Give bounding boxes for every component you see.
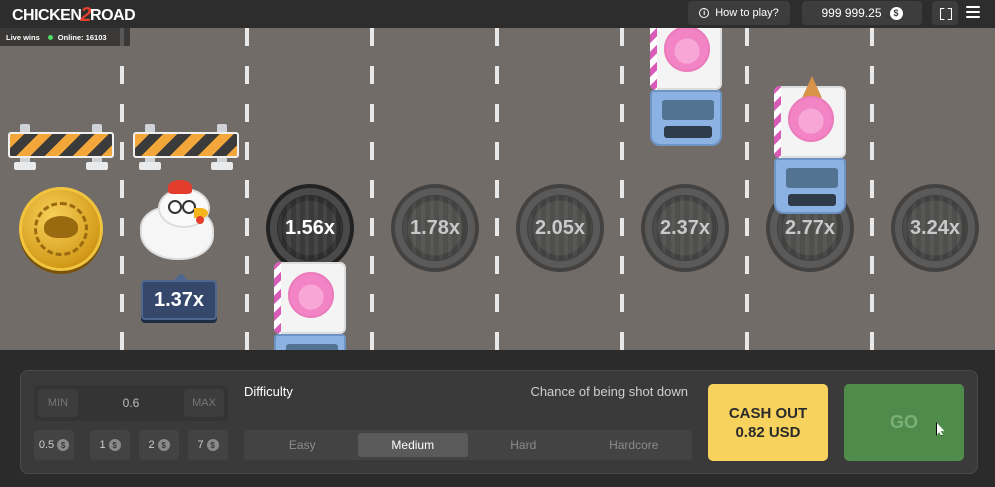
chicken-eye [168, 200, 182, 214]
chicken-player [138, 180, 220, 266]
truck-cab [650, 90, 722, 146]
quick-bet-button[interactable]: 0.5 $ [34, 430, 74, 460]
manhole-multiplier: 3.24x [909, 216, 961, 239]
quick-bet-button[interactable]: 1 $ [90, 430, 130, 460]
ice-cream-truck [772, 76, 848, 222]
barrier-foot [211, 162, 233, 170]
bet-min-button[interactable]: MIN [38, 389, 78, 417]
lane-divider [620, 28, 624, 350]
bet-max-button[interactable]: MAX [184, 389, 224, 417]
quick-bet-value: 0.5 [38, 439, 55, 451]
difficulty-tab-medium[interactable]: Medium [357, 433, 468, 457]
barrier-foot [139, 162, 161, 170]
game-logo: CHICKEN 2 ROAD [12, 4, 136, 27]
truck-window [786, 168, 838, 188]
ice-cream-scoop-icon [788, 96, 834, 142]
start-coin-icon [19, 187, 103, 271]
ice-cream-scoop-icon [664, 28, 710, 72]
road-barrier [8, 124, 114, 170]
chicken-wattle [196, 216, 204, 224]
barrier-stripes [8, 132, 114, 158]
lane-divider [745, 28, 749, 350]
go-button[interactable]: GO [844, 384, 964, 461]
truck-cab [774, 158, 846, 214]
current-multiplier-badge: 1.37x [141, 273, 217, 320]
difficulty-tab-hard[interactable]: Hard [468, 433, 579, 457]
manhole-multiplier: 2.05x [534, 216, 586, 239]
multiplier-manhole: 1.78x [391, 184, 479, 272]
truck-stripe [774, 86, 781, 158]
dollar-icon: $ [157, 439, 170, 451]
multiplier-manhole[interactable]: 1.56x [266, 184, 354, 272]
truck-grill [788, 194, 836, 206]
truck-grill [664, 126, 712, 138]
how-to-play-button[interactable]: i How to play? [688, 1, 790, 25]
difficulty-tab-hardcore[interactable]: Hardcore [579, 433, 690, 457]
dollar-icon: $ [206, 439, 219, 451]
balance-display: 999 999.25 $ [802, 1, 922, 25]
menu-icon[interactable] [966, 6, 980, 18]
bet-amount-control: MIN 0.6 MAX [34, 385, 228, 421]
info-icon: i [699, 8, 710, 18]
quick-bet-button[interactable]: 2 $ [139, 430, 179, 460]
currency-icon: $ [889, 6, 903, 20]
multiplier-manhole: 2.37x [641, 184, 729, 272]
ice-cream-truck [272, 262, 348, 350]
live-wins-label: Live wins [6, 32, 40, 42]
online-dot-icon [47, 34, 53, 40]
logo-text-left: CHICKEN [12, 6, 82, 24]
lane-divider [495, 28, 499, 350]
balance-value: 999 999.25 [821, 6, 882, 20]
fullscreen-icon[interactable] [932, 1, 958, 25]
lane-divider [370, 28, 374, 350]
live-wins-bar: Live wins Online: 16103 [0, 28, 130, 46]
lane-divider [870, 28, 874, 350]
multiplier-manhole: 2.05x [516, 184, 604, 272]
difficulty-tab-easy[interactable]: Easy [247, 433, 358, 457]
online-count: Online: 16103 [47, 32, 107, 42]
truck-stripe [274, 262, 281, 334]
road-barrier [133, 124, 239, 170]
barrier-foot [14, 162, 36, 170]
quick-bet-value: 2 [148, 439, 155, 451]
lane-divider [120, 28, 124, 350]
barrier-stripes [133, 132, 239, 158]
barrier-foot [86, 162, 108, 170]
chicken-comb [168, 180, 192, 194]
online-text: Online: 16103 [57, 32, 107, 42]
cash-out-button[interactable]: CASH OUT 0.82 USD [708, 384, 828, 461]
top-bar: CHICKEN 2 ROAD i How to play? 999 999.25… [0, 0, 995, 28]
manhole-multiplier: 2.37x [659, 216, 711, 239]
quick-bet-button[interactable]: 7 $ [188, 430, 228, 460]
how-to-play-label: How to play? [715, 7, 779, 19]
lane-divider [245, 28, 249, 350]
dollar-icon: $ [57, 439, 70, 451]
truck-window [662, 100, 714, 120]
manhole-multiplier: 1.78x [409, 216, 461, 239]
truck-cab [274, 334, 346, 350]
cash-out-amount: 0.82 USD [735, 423, 801, 441]
coin-chicken-emblem [44, 216, 78, 238]
difficulty-selector: Easy Medium Hard Hardcore [244, 430, 692, 460]
quick-bet-value: 1 [99, 439, 106, 451]
difficulty-label: Difficulty [244, 384, 293, 399]
manhole-multiplier: 1.56x [284, 216, 336, 239]
logo-text-right: ROAD [90, 6, 136, 24]
ice-cream-truck [648, 28, 724, 154]
cash-out-label: CASH OUT [728, 404, 808, 422]
game-app: Live wins Online: 16103 1.37x 1.56x 1.78… [0, 0, 995, 487]
chance-label: Chance of being shot down [530, 384, 688, 399]
multiplier-manhole: 3.24x [891, 184, 979, 272]
dollar-icon: $ [108, 439, 121, 451]
quick-bet-value: 7 [197, 439, 204, 451]
ice-cream-scoop-icon [288, 272, 334, 318]
truck-stripe [650, 28, 657, 90]
bet-amount-input[interactable]: 0.6 [84, 389, 178, 417]
